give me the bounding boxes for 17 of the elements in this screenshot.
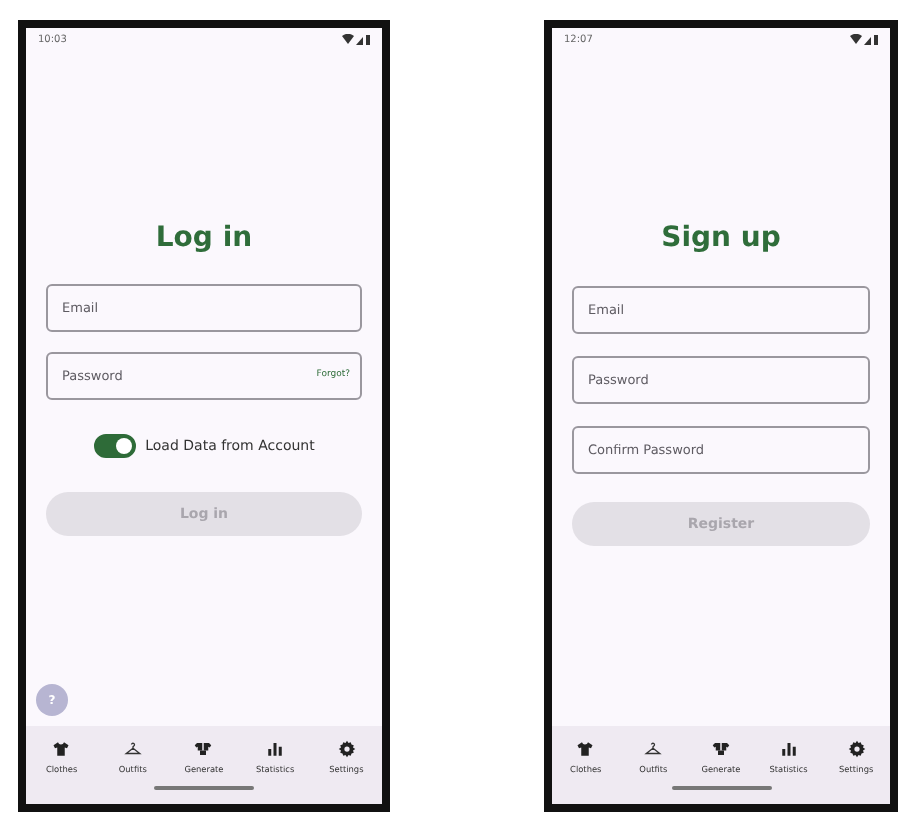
shirt-icon[interactable] [52, 740, 71, 758]
settings-icon[interactable] [847, 740, 866, 758]
bar-chart-icon[interactable] [779, 740, 798, 758]
screen-title: Sign up [659, 220, 783, 256]
settings-icon[interactable] [337, 740, 356, 758]
status-icons [342, 34, 370, 46]
hanger-icon[interactable] [123, 740, 142, 758]
home-indicator [671, 786, 771, 790]
shirt-icon[interactable] [576, 740, 595, 758]
screen-title: Log in [153, 220, 255, 256]
shirts-icon[interactable] [194, 740, 213, 758]
status-icons [850, 34, 878, 46]
hanger-icon[interactable] [644, 740, 663, 758]
shirts-icon[interactable] [711, 740, 730, 758]
bar-chart-icon[interactable] [266, 740, 285, 758]
toggle-switch[interactable] [93, 434, 136, 458]
home-indicator [154, 786, 254, 790]
